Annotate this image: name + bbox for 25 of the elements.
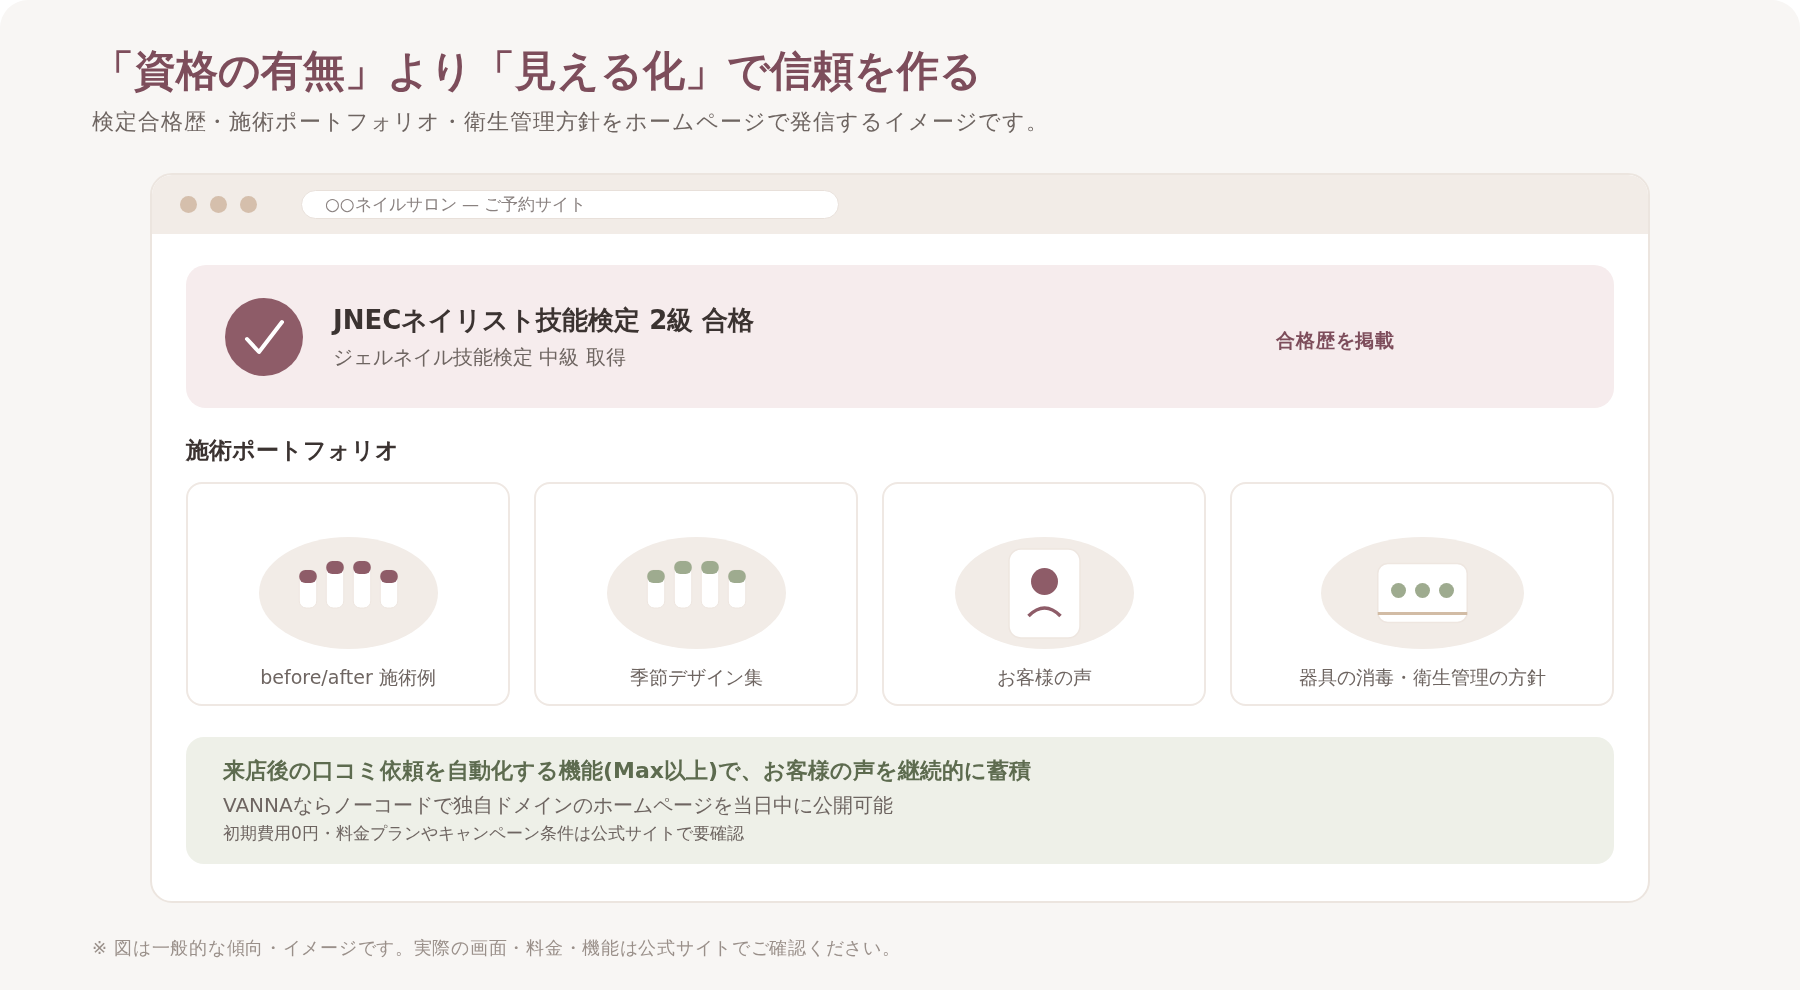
certification-title: JNECネイリスト技能検定 2級 合格 (333, 303, 756, 337)
page-subtitle: 検定合格歴・施術ポートフォリオ・衛生管理方針をホームページで発信するイメージです。 (92, 107, 1051, 136)
window-dot-icon (210, 196, 227, 214)
notice-note: 初期費用0円・料金プランやキャンペーン条件は公式サイトで要確認 (223, 822, 745, 846)
portfolio-card[interactable]: 器具の消毒・衛生管理の方針 (1230, 481, 1614, 706)
certification-note: 合格歴を掲載 (1276, 327, 1395, 353)
notice-headline: 来店後の口コミ依頼を自動化する機能(Max以上)で、お客様の声を継続的に蓄積 (223, 756, 1033, 785)
check-icon (225, 297, 303, 376)
card-label: before/after 施術例 (260, 664, 436, 690)
certification-subtitle: ジェルネイル技能検定 中級 取得 (333, 343, 627, 371)
notice-text: VANNAならノーコードで独自ドメインのホームページを当日中に公開可能 (223, 792, 894, 820)
footnote: ※ 図は一般的な傾向・イメージです。実際の画面・料金・機能は公式サイトでご確認ください。 (92, 935, 902, 960)
dots-panel-icon (1320, 536, 1524, 649)
portfolio-card[interactable]: 季節デザイン集 (534, 481, 858, 706)
portfolio-card[interactable]: before/after 施術例 (186, 481, 510, 706)
address-field[interactable]: ○○ネイルサロン — ご予約サイト (301, 190, 839, 220)
card-label: 器具の消毒・衛生管理の方針 (1298, 664, 1546, 690)
person-card-icon (954, 536, 1134, 649)
card-label: お客様の声 (996, 664, 1092, 690)
window-dot-icon (240, 196, 257, 214)
portfolio-card[interactable]: お客様の声 (882, 481, 1207, 706)
window-dot-icon (180, 196, 197, 214)
card-label: 季節デザイン集 (629, 664, 763, 690)
page-title: 「資格の有無」より「見える化」で信頼を作る (92, 45, 983, 97)
section-heading: 施術ポートフォリオ (186, 436, 400, 466)
